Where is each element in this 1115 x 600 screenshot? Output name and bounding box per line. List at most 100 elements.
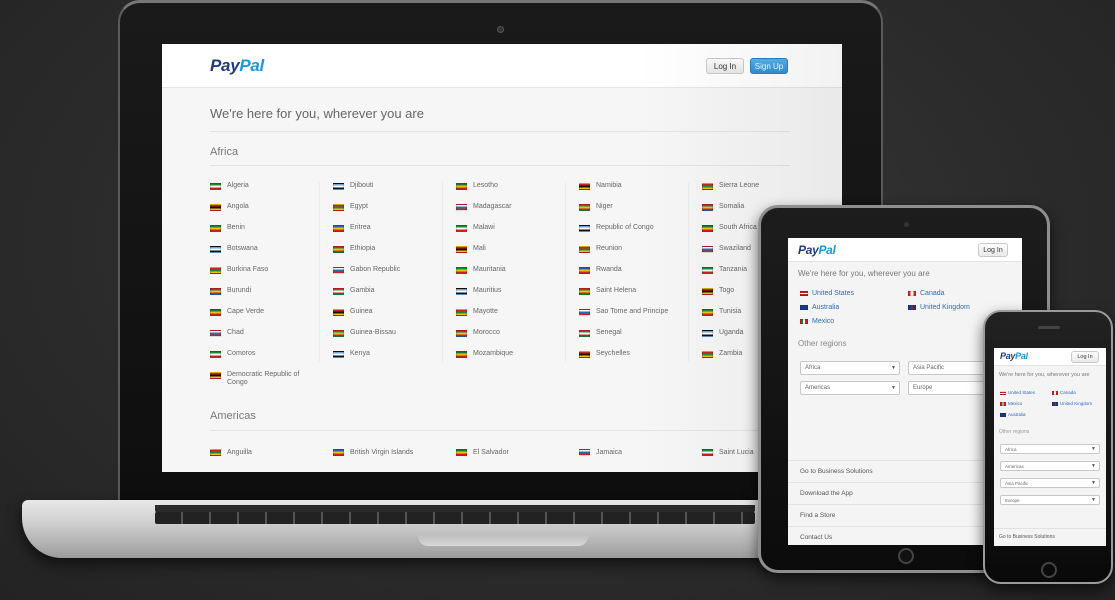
country-link[interactable]: Seychelles bbox=[579, 350, 689, 371]
country-link[interactable]: British Virgin Islands bbox=[333, 448, 413, 456]
country-link[interactable]: Sierra Leone bbox=[702, 182, 812, 203]
country-link[interactable]: Democratic Republic of Congo bbox=[210, 371, 320, 392]
country-link[interactable]: Reunion bbox=[579, 245, 689, 266]
country-link[interactable]: Djibouti bbox=[333, 182, 443, 203]
country-link-mexico[interactable]: Mexico bbox=[1000, 401, 1022, 406]
country-link-canada[interactable]: Canada bbox=[1052, 390, 1076, 395]
country-link[interactable]: Anguilla bbox=[210, 448, 252, 456]
country-link[interactable]: Saint Helena bbox=[579, 287, 689, 308]
country-label: Guinea bbox=[350, 308, 373, 315]
region-select-asia-pacific[interactable]: Asia Pacific▼ bbox=[1000, 478, 1100, 488]
country-label: Namibia bbox=[596, 182, 622, 189]
login-button[interactable]: Log In bbox=[978, 243, 1008, 257]
country-link[interactable]: Mali bbox=[456, 245, 566, 266]
country-link[interactable]: Chad bbox=[210, 329, 320, 350]
country-link[interactable]: Kenya bbox=[333, 350, 443, 371]
country-flag-icon bbox=[210, 267, 221, 274]
country-link[interactable]: Malawi bbox=[456, 224, 566, 245]
country-link[interactable]: Mauritius bbox=[456, 287, 566, 308]
column-divider bbox=[442, 182, 443, 362]
region-select-europe[interactable]: Europe▼ bbox=[1000, 495, 1100, 505]
region-select-americas[interactable]: Americas ▼ bbox=[1000, 461, 1100, 471]
country-link[interactable]: Guinea bbox=[333, 308, 443, 329]
phone-screen: PayPal Log In We're here for you, wherev… bbox=[994, 348, 1106, 546]
region-select-africa[interactable]: Africa ▼ bbox=[800, 361, 900, 375]
country-label: Sao Tome and Principe bbox=[596, 308, 669, 315]
country-link[interactable]: Algeria bbox=[210, 182, 320, 203]
country-link[interactable]: Jamaica bbox=[579, 448, 622, 456]
country-label: Angola bbox=[227, 203, 249, 210]
country-link[interactable]: Angola bbox=[210, 203, 320, 224]
country-link[interactable]: Mauritania bbox=[456, 266, 566, 287]
country-link-australia[interactable]: Australia bbox=[800, 304, 839, 311]
tablet-camera bbox=[904, 222, 909, 227]
phone-home-button[interactable] bbox=[1041, 562, 1057, 578]
country-link-australia[interactable]: Australia bbox=[1000, 412, 1026, 417]
country-flag-icon bbox=[210, 204, 221, 211]
country-label: Zambia bbox=[719, 350, 743, 357]
country-label: Saint Helena bbox=[596, 287, 637, 294]
country-label: Senegal bbox=[596, 329, 622, 336]
country-link[interactable]: Benin bbox=[210, 224, 320, 245]
country-link[interactable]: Lesotho bbox=[456, 182, 566, 203]
country-link[interactable]: Mozambique bbox=[456, 350, 566, 371]
country-link[interactable]: Eritrea bbox=[333, 224, 443, 245]
country-link[interactable]: Madagascar bbox=[456, 203, 566, 224]
country-flag-icon bbox=[702, 267, 713, 274]
laptop-screen: PayPal Log In Sign Up We're here for you… bbox=[162, 44, 842, 472]
country-link[interactable]: Ethiopia bbox=[333, 245, 443, 266]
country-link[interactable]: Guinea-Bissau bbox=[333, 329, 443, 350]
country-link[interactable]: Sao Tome and Principe bbox=[579, 308, 689, 329]
region-select-africa[interactable]: Africa ▼ bbox=[1000, 444, 1100, 454]
region-select-americas[interactable]: Americas ▼ bbox=[800, 381, 900, 395]
login-button[interactable]: Log In bbox=[706, 58, 744, 74]
country-link[interactable]: Namibia bbox=[579, 182, 689, 203]
phone-header: PayPal Log In bbox=[994, 348, 1106, 366]
country-link-canada[interactable]: Canada bbox=[908, 290, 945, 297]
paypal-logo[interactable]: PayPal bbox=[1000, 351, 1028, 361]
country-link[interactable]: Burkina Faso bbox=[210, 266, 320, 287]
tablet-home-button[interactable] bbox=[898, 548, 914, 564]
country-flag-icon bbox=[456, 330, 467, 337]
country-link-mexico[interactable]: Mexico bbox=[800, 318, 834, 325]
country-link[interactable]: Egypt bbox=[333, 203, 443, 224]
country-flag-icon bbox=[333, 267, 344, 274]
us-flag-icon bbox=[800, 291, 808, 296]
country-link[interactable]: Rwanda bbox=[579, 266, 689, 287]
country-link-united-states[interactable]: United States bbox=[800, 290, 854, 297]
country-flag-icon bbox=[702, 309, 713, 316]
country-link[interactable]: Niger bbox=[579, 203, 689, 224]
country-link[interactable]: Mayotte bbox=[456, 308, 566, 329]
country-flag-icon bbox=[579, 309, 590, 316]
country-link[interactable]: Botswana bbox=[210, 245, 320, 266]
footer-link-business[interactable]: Go to Business Solutions bbox=[994, 528, 1106, 544]
country-link[interactable]: Republic of Congo bbox=[579, 224, 689, 245]
country-column: Algeria Angola Benin Botswana Burkina Faso Bu… bbox=[210, 182, 320, 392]
country-link[interactable]: Gambia bbox=[333, 287, 443, 308]
country-flag-icon bbox=[456, 246, 467, 253]
country-link[interactable]: Burundi bbox=[210, 287, 320, 308]
country-link[interactable]: Saint Lucia bbox=[702, 448, 754, 456]
paypal-logo[interactable]: PayPal bbox=[798, 243, 836, 257]
country-link[interactable]: El Salvador bbox=[456, 448, 509, 456]
country-link[interactable]: Comoros bbox=[210, 350, 320, 371]
paypal-logo[interactable]: PayPal bbox=[210, 56, 264, 76]
signup-button[interactable]: Sign Up bbox=[750, 58, 788, 74]
login-button[interactable]: Log In bbox=[1071, 351, 1099, 363]
country-label: Republic of Congo bbox=[596, 224, 654, 231]
country-link[interactable]: Gabon Republic bbox=[333, 266, 443, 287]
country-label: Somalia bbox=[719, 203, 745, 210]
country-flag-icon bbox=[210, 351, 221, 358]
country-link-united-kingdom[interactable]: United Kingdom bbox=[1052, 401, 1092, 406]
country-link[interactable]: Cape Verde bbox=[210, 308, 320, 329]
country-link[interactable]: Morocco bbox=[456, 329, 566, 350]
country-link-united-states[interactable]: United States bbox=[1000, 390, 1035, 395]
country-label: Lesotho bbox=[473, 182, 498, 189]
country-link[interactable]: Senegal bbox=[579, 329, 689, 350]
country-link-united-kingdom[interactable]: United Kingdom bbox=[908, 304, 970, 311]
country-label: Egypt bbox=[350, 203, 368, 210]
country-flag-icon bbox=[210, 330, 221, 337]
country-label: Guinea-Bissau bbox=[350, 329, 396, 336]
country-flag-icon bbox=[702, 288, 713, 295]
country-flag-icon bbox=[210, 309, 221, 316]
